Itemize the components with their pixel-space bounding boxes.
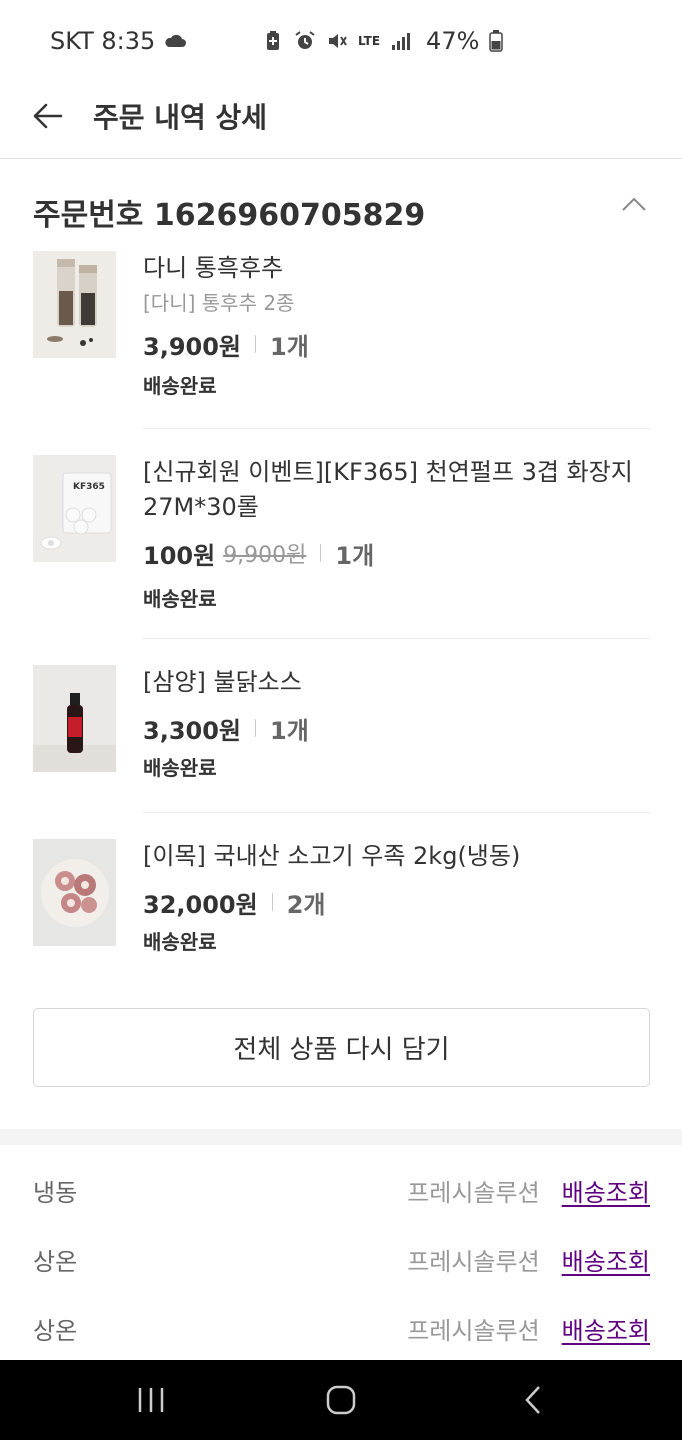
item-qty: 1개 bbox=[270, 332, 309, 361]
shipment-right: 프레시솔루션 배송조회 bbox=[407, 1173, 650, 1208]
carrier-time: SKT 8:35 bbox=[50, 27, 156, 55]
carrier-name: 프레시솔루션 bbox=[407, 1178, 540, 1207]
home-button[interactable] bbox=[316, 1380, 366, 1420]
order-item[interactable]: [삼양] 불닭소스 3,300원 1개 배송완료 bbox=[33, 665, 650, 795]
delivery-status: 배송완료 bbox=[143, 374, 217, 398]
chevron-up-icon bbox=[622, 197, 646, 211]
delivery-status: 배송완료 bbox=[143, 587, 217, 611]
item-price: 3,900원 bbox=[143, 332, 241, 361]
item-name: [이목] 국내산 소고기 우족 2kg(냉동) bbox=[143, 842, 521, 870]
page-title: 주문 내역 상세 bbox=[93, 101, 268, 134]
shipment-right: 프레시솔루션 배송조회 bbox=[407, 1242, 650, 1277]
shipment-row: 상온 프레시솔루션 배송조회 bbox=[33, 1308, 650, 1348]
item-price: 3,300원 bbox=[143, 716, 241, 745]
back-button[interactable] bbox=[30, 98, 66, 134]
nav-back-button[interactable] bbox=[508, 1380, 558, 1420]
mute-icon bbox=[329, 34, 347, 48]
item-original-price: 9,900원 bbox=[223, 543, 307, 568]
back-arrow-icon bbox=[33, 103, 63, 129]
cloud-icon bbox=[165, 34, 187, 47]
carrier-name: 프레시솔루션 bbox=[407, 1247, 540, 1276]
section-gap bbox=[0, 1129, 682, 1145]
divider bbox=[320, 544, 322, 562]
reorder-all-button[interactable]: 전체 상품 다시 담기 bbox=[33, 1008, 650, 1087]
product-image-pepper bbox=[33, 251, 116, 358]
delivery-status: 배송완료 bbox=[143, 930, 217, 954]
item-name: [삼양] 불닭소스 bbox=[143, 668, 302, 696]
shipment-row: 냉동 프레시솔루션 배송조회 bbox=[33, 1170, 650, 1210]
collapse-toggle[interactable] bbox=[620, 192, 648, 216]
carrier-name: 프레시솔루션 bbox=[407, 1316, 540, 1345]
order-number: 주문번호 1626960705829 bbox=[33, 198, 426, 233]
item-info: [신규회원 이벤트][KF365] 천연펄프 3겹 화장지 27M*30롤 10… bbox=[143, 455, 650, 613]
battery-percent: 47% bbox=[426, 27, 480, 55]
recent-apps-icon bbox=[138, 1388, 164, 1412]
svg-text:KF365: KF365 bbox=[73, 482, 105, 492]
divider bbox=[271, 893, 273, 911]
order-item[interactable]: [이목] 국내산 소고기 우족 2kg(냉동) 32,000원 2개 배송완료 bbox=[33, 839, 650, 969]
shipment-type: 냉동 bbox=[33, 1178, 78, 1207]
item-divider bbox=[143, 638, 650, 639]
lte-icon: LTE bbox=[358, 34, 381, 48]
product-image-beef bbox=[33, 839, 116, 946]
order-item[interactable]: 다니 통흑후추 [다니] 통후추 2종 3,900원 1개 배송완료 bbox=[33, 251, 650, 421]
status-right: LTE 47% bbox=[262, 27, 504, 55]
item-info: [이목] 국내산 소고기 우족 2kg(냉동) 32,000원 2개 배송완료 bbox=[143, 839, 650, 956]
divider bbox=[255, 335, 256, 353]
product-image-tissue: KF365 bbox=[33, 455, 116, 562]
recent-apps-button[interactable] bbox=[126, 1380, 176, 1420]
item-divider bbox=[143, 812, 650, 813]
system-nav-bar bbox=[0, 1360, 682, 1440]
app-header: 주문 내역 상세 bbox=[0, 82, 682, 159]
track-delivery-link[interactable]: 배송조회 bbox=[562, 1242, 650, 1277]
item-qty: 2개 bbox=[286, 890, 326, 919]
track-delivery-link[interactable]: 배송조회 bbox=[562, 1173, 650, 1208]
item-info: 다니 통흑후추 [다니] 통후추 2종 3,900원 1개 배송완료 bbox=[143, 251, 650, 400]
shipment-type: 상온 bbox=[33, 1316, 78, 1345]
divider bbox=[255, 719, 256, 737]
shipment-right: 프레시솔루션 배송조회 bbox=[407, 1311, 650, 1346]
item-name: [신규회원 이벤트][KF365] 천연펄프 3겹 화장지 27M*30롤 bbox=[143, 458, 633, 521]
item-name: 다니 통흑후추 bbox=[143, 254, 284, 282]
nav-back-icon bbox=[525, 1386, 540, 1414]
home-icon bbox=[326, 1385, 356, 1415]
delivery-status: 배송완료 bbox=[143, 756, 217, 780]
price-row: 3,900원 1개 bbox=[143, 326, 650, 362]
price-row: 3,300원 1개 bbox=[143, 710, 650, 746]
shipment-row: 상온 프레시솔루션 배송조회 bbox=[33, 1239, 650, 1279]
status-left: SKT 8:35 bbox=[50, 27, 187, 55]
battery-icon bbox=[489, 30, 504, 52]
item-qty: 1개 bbox=[335, 541, 375, 570]
price-row: 100원 9,900원 1개 bbox=[143, 535, 650, 571]
item-price: 32,000원 bbox=[143, 890, 258, 919]
item-option: [다니] 통후추 2종 bbox=[143, 291, 295, 315]
item-info: [삼양] 불닭소스 3,300원 1개 배송완료 bbox=[143, 665, 650, 782]
order-item[interactable]: KF365 [신규회원 이벤트][KF365] 천연펄프 3겹 화장지 27M*… bbox=[33, 455, 650, 625]
price-row: 32,000원 2개 bbox=[143, 884, 650, 920]
battery-saver-icon bbox=[267, 31, 279, 50]
signal-icon bbox=[392, 33, 411, 50]
product-image-sauce bbox=[33, 665, 116, 772]
status-bar: SKT 8:35 LTE 47% bbox=[0, 0, 682, 82]
item-divider bbox=[143, 428, 650, 429]
track-delivery-link[interactable]: 배송조회 bbox=[562, 1311, 650, 1346]
shipment-type: 상온 bbox=[33, 1247, 78, 1276]
item-qty: 1개 bbox=[270, 716, 309, 745]
alarm-icon bbox=[295, 31, 315, 49]
item-price: 100원 bbox=[143, 541, 216, 570]
